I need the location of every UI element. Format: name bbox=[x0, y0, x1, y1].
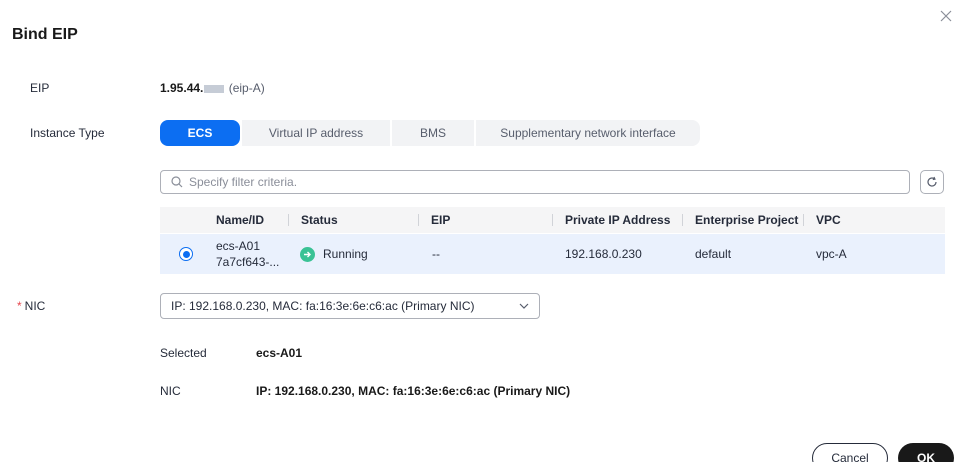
column-status: Status bbox=[288, 207, 338, 233]
table-header: Name/ID Status EIP Private IP Address En… bbox=[160, 207, 945, 233]
tab-bms[interactable]: BMS bbox=[392, 120, 476, 146]
instance-type-label: Instance Type bbox=[30, 126, 105, 140]
eip-address: 1.95.44. bbox=[160, 81, 204, 95]
ok-button[interactable]: OK bbox=[898, 443, 954, 462]
private-ip-cell: 192.168.0.230 bbox=[565, 247, 642, 261]
tab-ecs[interactable]: ECS bbox=[160, 120, 240, 146]
status-cell: Running bbox=[300, 234, 368, 274]
running-status-icon bbox=[300, 246, 315, 262]
summary-nic-value: IP: 192.168.0.230, MAC: fa:16:3e:6e:c6:a… bbox=[256, 384, 571, 398]
column-enterprise-project: Enterprise Project bbox=[682, 207, 798, 233]
close-icon[interactable] bbox=[939, 9, 953, 23]
filter-input[interactable] bbox=[189, 175, 879, 189]
masked-ip-segment bbox=[204, 84, 225, 93]
eip-value: 1.95.44. (eip-A) bbox=[160, 81, 265, 95]
tab-supplementary-network-interface[interactable]: Supplementary network interface bbox=[476, 120, 700, 146]
status-text: Running bbox=[323, 247, 368, 261]
selected-value: ecs-A01 bbox=[256, 346, 303, 360]
column-vpc: VPC bbox=[803, 207, 841, 233]
column-name-id: Name/ID bbox=[216, 213, 265, 227]
table-row[interactable]: ecs-A01 7a7cf643-... Running -- 192.168.… bbox=[160, 234, 945, 274]
bind-eip-dialog: Bind EIP EIP 1.95.44. (eip-A) Instance T… bbox=[0, 0, 966, 462]
column-private-ip: Private IP Address bbox=[552, 207, 670, 233]
search-icon bbox=[171, 176, 183, 188]
nic-select-value: IP: 192.168.0.230, MAC: fa:16:3e:6e:c6:a… bbox=[171, 299, 475, 313]
column-eip: EIP bbox=[418, 207, 450, 233]
nic-select[interactable]: IP: 192.168.0.230, MAC: fa:16:3e:6e:c6:a… bbox=[160, 293, 540, 319]
instance-name: ecs-A01 bbox=[216, 239, 261, 253]
row-radio[interactable] bbox=[179, 234, 193, 274]
instance-name-cell: ecs-A01 7a7cf643-... bbox=[216, 234, 279, 274]
instance-type-segmented-control: ECS Virtual IP address BMS Supplementary… bbox=[160, 120, 700, 146]
cancel-button[interactable]: Cancel bbox=[812, 443, 888, 462]
eip-name: (eip-A) bbox=[228, 81, 265, 95]
summary-nic-label: NIC bbox=[160, 384, 181, 398]
vpc-cell: vpc-A bbox=[816, 247, 847, 261]
required-icon: * bbox=[17, 299, 22, 313]
refresh-button[interactable] bbox=[920, 170, 944, 194]
instance-id: 7a7cf643-... bbox=[216, 255, 280, 269]
tab-virtual-ip-address[interactable]: Virtual IP address bbox=[242, 120, 392, 146]
eip-cell: -- bbox=[432, 247, 440, 261]
chevron-down-icon bbox=[519, 303, 529, 309]
enterprise-project-cell: default bbox=[695, 247, 732, 261]
dialog-title: Bind EIP bbox=[12, 26, 78, 43]
eip-label: EIP bbox=[30, 81, 50, 95]
filter-box[interactable] bbox=[160, 170, 910, 194]
selected-label: Selected bbox=[160, 346, 207, 360]
refresh-icon bbox=[927, 176, 937, 187]
nic-label: * NIC bbox=[17, 299, 46, 313]
instance-table: Name/ID Status EIP Private IP Address En… bbox=[160, 207, 945, 274]
